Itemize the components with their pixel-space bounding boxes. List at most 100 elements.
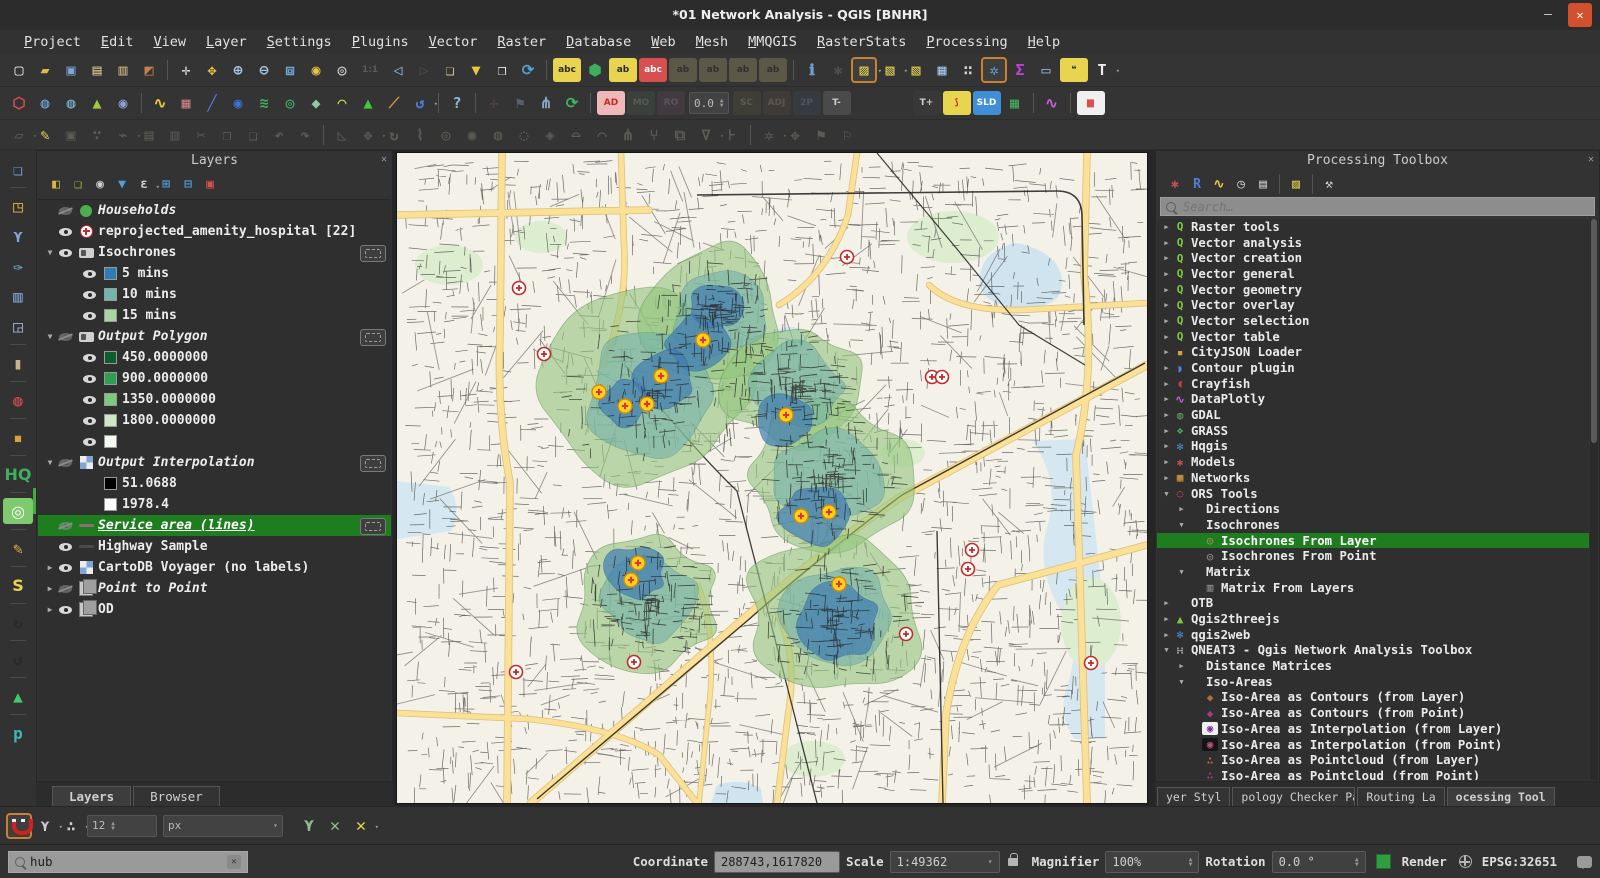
layers-sync-icon[interactable]: ≋ [252, 91, 276, 115]
layer-item[interactable]: 15 mins [38, 305, 391, 326]
zoom-full-icon[interactable]: ⧈ [278, 58, 302, 82]
toolbox-search[interactable] [1160, 197, 1595, 216]
memory-layer-indicator[interactable] [360, 245, 386, 262]
layer-item[interactable]: 5 mins [38, 263, 391, 284]
layer-item[interactable]: 900.0000000 [38, 368, 391, 389]
toolbox-item[interactable]: ▶✻qgis2web [1157, 627, 1589, 643]
dock-tab[interactable]: pology Checker Pa [1232, 787, 1355, 806]
snapping-mode-icon[interactable]: ⋎▾ [33, 814, 57, 838]
expander-icon[interactable]: ▶ [1161, 239, 1172, 247]
toolbox-item[interactable]: ◆Iso-Area as Contours (from Point) [1157, 705, 1589, 721]
toolbox-item[interactable]: ▶QVector overlay [1157, 297, 1589, 313]
merge-features-icon[interactable]: ⧉ [668, 123, 692, 147]
add-postgis-icon[interactable]: ▮ [5, 350, 31, 376]
refresh-table-icon[interactable]: ⟳ [560, 91, 584, 115]
toolbox-scrollbar[interactable] [1590, 219, 1598, 780]
layer-item[interactable]: 1350.0000000 [38, 389, 391, 410]
profile-tool-icon[interactable]: ╱ [200, 91, 224, 115]
crosshair-icon[interactable]: ✛ [482, 91, 506, 115]
select-features-icon[interactable]: ▨▾ [852, 58, 876, 82]
menu-view[interactable]: View [143, 34, 196, 50]
toolbox-item[interactable]: ▶◗Contour plugin [1157, 360, 1589, 376]
toolbox-item[interactable]: ▶QVector selection [1157, 313, 1589, 329]
memory-layer-indicator[interactable] [360, 518, 386, 535]
visibility-off-icon[interactable] [59, 330, 73, 343]
cityjson-loader-icon[interactable]: ▪ [5, 424, 31, 450]
delete-ring-icon[interactable]: ◌ [512, 123, 536, 147]
toolbox-item[interactable]: ▶OTB [1157, 596, 1589, 612]
expander-icon[interactable]: ▶ [1161, 364, 1172, 372]
expander-icon[interactable]: ▶ [1161, 458, 1172, 466]
expander-icon[interactable]: ▼ [1176, 568, 1187, 576]
menu-processing[interactable]: Processing [916, 34, 1017, 50]
expander-icon[interactable]: ▶ [1161, 615, 1172, 623]
label-pin-disabled-icon[interactable]: ab [669, 58, 697, 82]
snap-on-intersection-icon[interactable]: ✕▾ [349, 814, 373, 838]
python-console-icon[interactable]: ∿ [148, 91, 172, 115]
feature-action-icon[interactable]: ✱▾ [826, 58, 850, 82]
split-features-icon[interactable]: ⋔ [616, 123, 640, 147]
expander-icon[interactable]: ▶ [1161, 474, 1172, 482]
toolbox-item[interactable]: ◎Isochrones From Point [1157, 548, 1589, 564]
reload-icon[interactable]: ↺ [5, 646, 31, 672]
advanced-digitize-ad-button[interactable]: AD [597, 91, 625, 115]
render-checkbox[interactable] [1376, 854, 1391, 869]
open-attribute-table-icon[interactable]: ▦ [930, 58, 954, 82]
table-manager-icon[interactable]: ▦ [1003, 91, 1027, 115]
map-tips-icon[interactable]: ❝ [1060, 58, 1088, 82]
datasource-manager-icon[interactable]: ❏ [5, 156, 31, 182]
visibility-icon[interactable] [83, 351, 97, 364]
expander-icon[interactable]: ▶ [1161, 411, 1172, 419]
toolbox-item[interactable]: ▶❖GRASS [1157, 423, 1589, 439]
add-raster-layer-icon[interactable]: ⋎ [5, 223, 31, 249]
pan-map-icon[interactable]: ✛ [174, 58, 198, 82]
clear-search-icon[interactable]: ✕ [227, 855, 241, 869]
visibility-icon[interactable] [59, 561, 73, 574]
layer-item[interactable]: Households [38, 200, 391, 221]
toolbox-item[interactable]: ▶QVector geometry [1157, 282, 1589, 298]
expander-icon[interactable]: ▶ [1161, 442, 1172, 450]
topology-branch-icon[interactable]: ⋔ [534, 91, 558, 115]
python-scripts-icon[interactable]: ∿ [1209, 174, 1229, 194]
expander-icon[interactable]: ▶ [44, 605, 56, 614]
toolbox-item[interactable]: ▶QVector table [1157, 329, 1589, 345]
delete-part-icon[interactable]: ◈ [538, 123, 562, 147]
sc-button[interactable]: SC [733, 91, 761, 115]
zoom-native-icon[interactable]: 1:1 [356, 58, 384, 82]
menu-edit[interactable]: Edit [91, 34, 144, 50]
toolbox-item[interactable]: ▶QVector creation [1157, 250, 1589, 266]
expander-icon[interactable]: ▶ [1161, 348, 1172, 356]
layer-item[interactable]: ▼Output Interpolation [38, 452, 391, 473]
expander-icon[interactable]: ▼ [44, 248, 56, 257]
crs-status[interactable]: EPSG:32651 [1482, 854, 1557, 869]
expander-icon[interactable]: ▶ [1161, 427, 1172, 435]
visibility-off-icon[interactable] [59, 582, 73, 595]
digitize-point-icon[interactable]: ∵ [85, 123, 109, 147]
snapping-units-select[interactable]: px▾ [163, 815, 283, 837]
add-ring-icon[interactable]: ◎ [434, 123, 458, 147]
style-manager-icon[interactable]: ◩ [137, 58, 161, 82]
visibility-icon[interactable] [83, 435, 97, 448]
tab-browser[interactable]: Browser [133, 786, 220, 806]
geometry-leaf-icon[interactable]: ◆ [304, 91, 328, 115]
rotation-spinner[interactable]: 0.0 °▲▼ [1272, 851, 1366, 873]
help-contents-icon[interactable]: ? [445, 91, 469, 115]
menu-mesh[interactable]: Mesh [686, 34, 739, 50]
labels-icon[interactable]: abc [553, 58, 581, 82]
show-bookmarks-icon[interactable]: ❐ [490, 58, 514, 82]
delete-selected-icon[interactable]: ▥ [163, 123, 187, 147]
lock-scale-icon[interactable] [1008, 858, 1018, 866]
layer-item[interactable]: 10 mins [38, 284, 391, 305]
color-grid-icon[interactable]: ▦ [174, 91, 198, 115]
deselect-features-icon[interactable]: ▧ [904, 58, 928, 82]
visibility-off-icon[interactable] [59, 456, 73, 469]
vertex-editor-icon[interactable]: ⬡ [7, 91, 31, 115]
toolbox-item[interactable]: ▶Distance Matrices [1157, 658, 1589, 674]
expander-icon[interactable]: ▶ [1161, 270, 1172, 278]
copy-features-icon[interactable]: ❐ [215, 123, 239, 147]
expander-icon[interactable]: ▼ [1176, 678, 1187, 686]
move-feature-icon[interactable]: ✥▾ [356, 123, 380, 147]
t-minus-button[interactable]: T- [823, 91, 851, 115]
expander-icon[interactable]: ▶ [1161, 333, 1172, 341]
visibility-icon[interactable] [83, 372, 97, 385]
